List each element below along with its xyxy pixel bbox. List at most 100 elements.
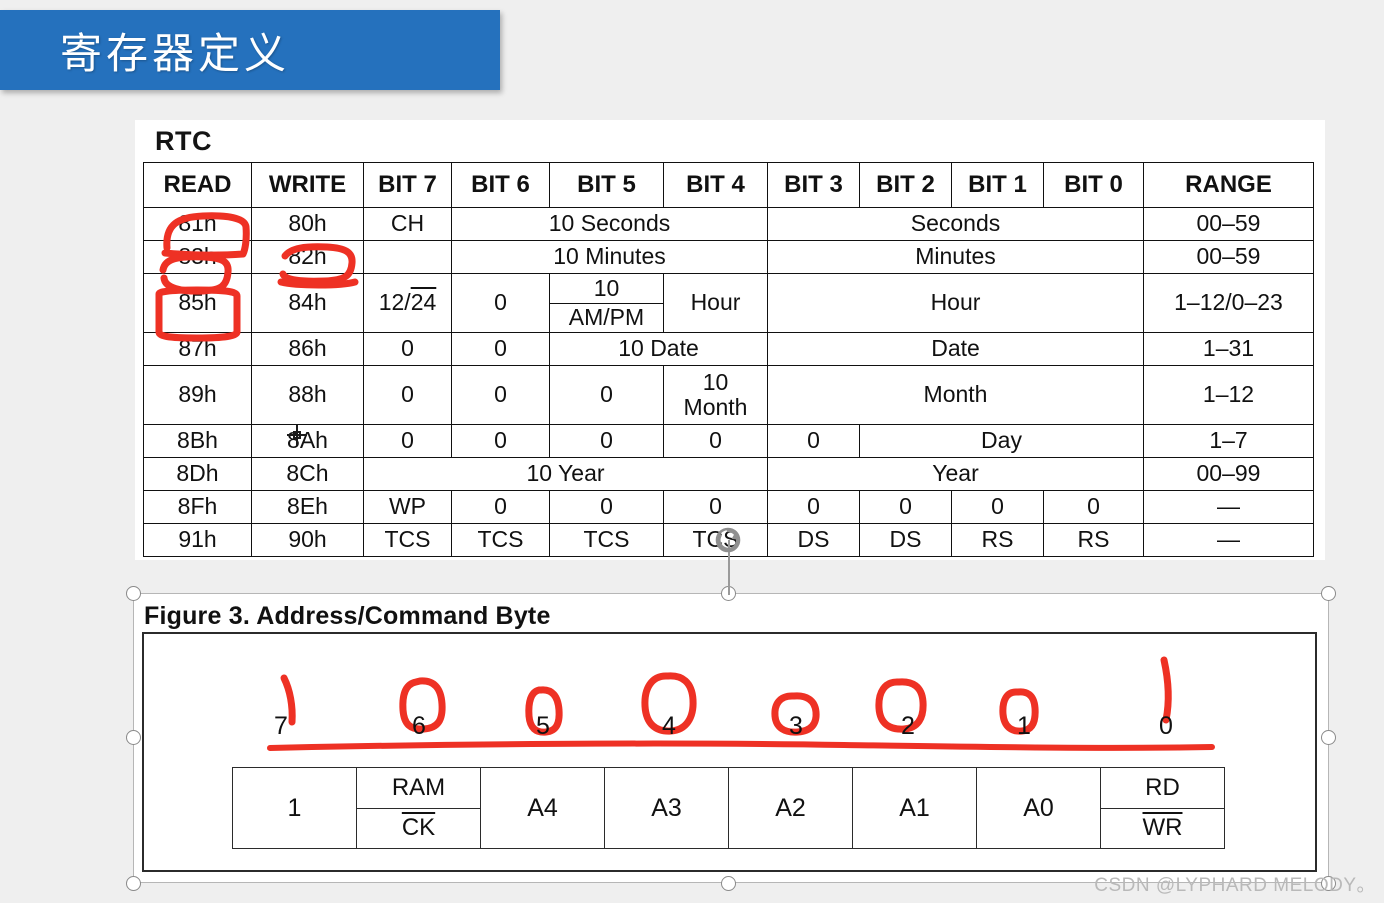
bit-index-7: 7	[274, 712, 288, 740]
col-bit6: BIT 6	[451, 162, 550, 208]
cell-write: 80h	[251, 207, 364, 241]
bit-index-6: 6	[412, 712, 426, 740]
cell-bit7-12-24: 12/24	[363, 273, 452, 333]
cell-10-minutes: 10 Minutes	[451, 240, 768, 274]
cell-read: 8Fh	[143, 490, 252, 524]
cell-write: 8Eh	[251, 490, 364, 524]
cell-write: 86h	[251, 332, 364, 366]
cell-bit6: 0	[451, 332, 550, 366]
byte-cell-bit6-top: RAM	[391, 774, 446, 802]
figure-3-object[interactable]: Figure 3. Address/Command Byte 7 6 5 4 3…	[133, 593, 1329, 883]
cell-write: 88h	[251, 365, 364, 425]
byte-cell-bit4: A3	[604, 767, 729, 849]
selection-handle-middle-right[interactable]	[1321, 730, 1336, 745]
selection-handle-bottom-left[interactable]	[126, 876, 141, 891]
col-range: RANGE	[1143, 162, 1314, 208]
byte-cell-bit0-top: RD	[1145, 774, 1180, 802]
table-row[interactable]: 85h 84h 12/24 0 10 AM/PM Hour Hour 1–12/	[143, 273, 1314, 333]
cell-bit7: 0	[363, 424, 452, 458]
rotate-icon[interactable]	[713, 525, 743, 555]
rtc-register-table-panel[interactable]: RTC READ WRITE BIT 7 BIT 6 BIT 5 BIT 4 B…	[135, 120, 1325, 560]
figure-inner-frame: 7 6 5 4 3 2 1 0 1 RAM CK A4 A3 A2 A1 A0 …	[142, 632, 1317, 872]
cell-range: 00–59	[1143, 240, 1314, 274]
table-row[interactable]: 8Fh 8Eh WP 0 0 0 0 0 0 0 —	[143, 490, 1314, 524]
byte-cell-bit6-ram-ck: RAM CK	[356, 767, 481, 849]
cell-write: 84h	[251, 273, 364, 333]
figure-caption: Figure 3. Address/Command Byte	[144, 602, 551, 630]
slide-canvas: 寄存器定义 RTC READ WRITE BIT 7 BIT 6 BIT 5 B…	[0, 0, 1384, 903]
cell-bit3: 0	[767, 424, 860, 458]
bit-index-5: 5	[536, 712, 550, 740]
byte-cell-bit7: 1	[232, 767, 357, 849]
rtc-register-table: READ WRITE BIT 7 BIT 6 BIT 5 BIT 4 BIT 3…	[143, 162, 1314, 557]
cell-minutes: Minutes	[767, 240, 1144, 274]
byte-cell-bit3: A2	[728, 767, 853, 849]
hour-mode-overline: 24	[410, 289, 437, 316]
bit-index-4: 4	[662, 712, 676, 740]
cell-bit6: 0	[451, 490, 550, 524]
cell-read: 87h	[143, 332, 252, 366]
watermark-text: CSDN @LYPHARD MELODY。	[1094, 875, 1376, 896]
cell-bit2: DS	[859, 523, 952, 557]
selection-handle-bottom-center[interactable]	[721, 876, 736, 891]
cell-read: 91h	[143, 523, 252, 557]
byte-cell-bit1: A0	[976, 767, 1101, 849]
cell-bit4-hour: Hour	[663, 273, 768, 333]
byte-cell-bit5: A4	[480, 767, 605, 849]
cell-bit2: 0	[859, 490, 952, 524]
table-header-row: READ WRITE BIT 7 BIT 6 BIT 5 BIT 4 BIT 3…	[143, 162, 1314, 208]
cell-bit7: TCS	[363, 523, 452, 557]
hour-mode-prefix: 12/	[378, 289, 411, 316]
cell-day: Day	[859, 424, 1144, 458]
cell-write: 8Ah	[251, 424, 364, 458]
slide-title-banner[interactable]: 寄存器定义	[0, 10, 500, 90]
bit-index-2: 2	[901, 712, 915, 740]
cell-bit6: 0	[451, 273, 550, 333]
col-bit7: BIT 7	[363, 162, 452, 208]
address-command-byte-table: 1 RAM CK A4 A3 A2 A1 A0 RD WR	[232, 767, 1225, 849]
table-row[interactable]: 8Bh 8Ah 0 0 0 0 0 Day 1–7	[143, 424, 1314, 458]
table-row[interactable]: 83h 82h 10 Minutes Minutes 00–59	[143, 240, 1314, 274]
bit-index-labels: 7 6 5 4 3 2 1 0	[144, 712, 1244, 742]
cell-bit5: 0	[549, 365, 664, 425]
cell-bit0: 0	[1043, 490, 1144, 524]
cell-month: Month	[767, 365, 1144, 425]
cell-bit0: RS	[1043, 523, 1144, 557]
table-row[interactable]: 87h 86h 0 0 10 Date Date 1–31	[143, 332, 1314, 366]
cell-read: 83h	[143, 240, 252, 274]
col-bit4: BIT 4	[663, 162, 768, 208]
cell-10-date: 10 Date	[549, 332, 768, 366]
cell-bit6: 0	[451, 365, 550, 425]
table-row[interactable]: 89h 88h 0 0 0 10 Month Month 1–12	[143, 365, 1314, 425]
cell-range: 00–99	[1143, 457, 1314, 491]
cell-range: 00–59	[1143, 207, 1314, 241]
bit-index-1: 1	[1017, 712, 1031, 740]
selection-handle-middle-left[interactable]	[126, 730, 141, 745]
cell-read: 81h	[143, 207, 252, 241]
cell-seconds: Seconds	[767, 207, 1144, 241]
bit-index-0: 0	[1159, 712, 1173, 740]
cell-bit4-top: 10	[702, 368, 729, 395]
selection-handle-top-left[interactable]	[126, 586, 141, 601]
selection-handle-top-right[interactable]	[1321, 586, 1336, 601]
cell-date: Date	[767, 332, 1144, 366]
cell-bit3: DS	[767, 523, 860, 557]
cell-bit6: 0	[451, 424, 550, 458]
col-write: WRITE	[251, 162, 364, 208]
cell-range: 1–31	[1143, 332, 1314, 366]
crosshair-cursor-icon	[287, 425, 307, 445]
bit-index-3: 3	[789, 712, 803, 740]
table-row[interactable]: 81h 80h CH 10 Seconds Seconds 00–59	[143, 207, 1314, 241]
cell-bit5: 0	[549, 490, 664, 524]
cell-bit7: 0	[363, 365, 452, 425]
cell-bit7-wp: WP	[363, 490, 452, 524]
cell-bit7: 0	[363, 332, 452, 366]
col-bit5: BIT 5	[549, 162, 664, 208]
table-row[interactable]: 8Dh 8Ch 10 Year Year 00–99	[143, 457, 1314, 491]
cell-bit7: CH	[363, 207, 452, 241]
cell-bit1: RS	[951, 523, 1044, 557]
byte-cell-bit2: A1	[852, 767, 977, 849]
cell-10-seconds: 10 Seconds	[451, 207, 768, 241]
cell-bit1: 0	[951, 490, 1044, 524]
col-bit3: BIT 3	[767, 162, 860, 208]
